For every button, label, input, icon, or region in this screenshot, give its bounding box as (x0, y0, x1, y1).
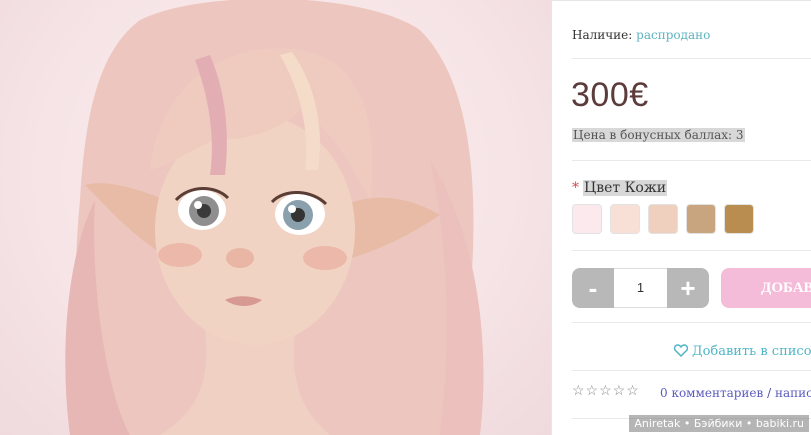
quantity-input[interactable]: 1 (614, 268, 667, 308)
skin-color-label: * Цвет Кожи (572, 180, 668, 196)
rating-stars[interactable]: ☆☆☆☆☆ (572, 383, 640, 399)
reviews-separator: / (763, 386, 775, 400)
availability-label: Наличие: (572, 28, 633, 42)
skin-swatch-4[interactable] (686, 204, 716, 234)
bonus-points: Цена в бонусных баллах: 3 (572, 128, 745, 142)
divider (572, 322, 811, 323)
reviews-links: 0 комментариев / написать (660, 386, 811, 400)
required-mark: * (572, 180, 579, 196)
heart-icon (673, 344, 689, 361)
quantity-decrease-button[interactable]: - (572, 268, 614, 308)
divider (572, 58, 811, 59)
divider (572, 250, 811, 251)
skin-swatch-2[interactable] (610, 204, 640, 234)
watermark: Aniretak • Бэйбики • babiki.ru (629, 415, 809, 432)
availability-value: распродано (636, 28, 711, 42)
availability: Наличие: распродано (572, 28, 710, 42)
price: 300€ (571, 76, 649, 114)
skin-swatch-5[interactable] (724, 204, 754, 234)
comments-link[interactable]: 0 комментариев (660, 386, 763, 400)
skin-swatch-3[interactable] (648, 204, 678, 234)
skin-color-text: Цвет Кожи (583, 180, 668, 196)
divider (572, 370, 811, 371)
add-to-cart-button[interactable]: ДОБАВ (721, 268, 811, 308)
skin-swatch-1[interactable] (572, 204, 602, 234)
doll-illustration (65, 0, 484, 435)
quantity-increase-button[interactable]: + (667, 268, 709, 308)
product-info-panel: Наличие: распродано 300€ Цена в бонусных… (551, 0, 811, 435)
add-to-wishlist-link[interactable]: Добавить в список (673, 344, 811, 361)
write-review-link[interactable]: написать (775, 386, 811, 400)
product-image[interactable] (0, 0, 551, 435)
wishlist-label: Добавить в список (692, 344, 811, 359)
divider (572, 160, 811, 161)
